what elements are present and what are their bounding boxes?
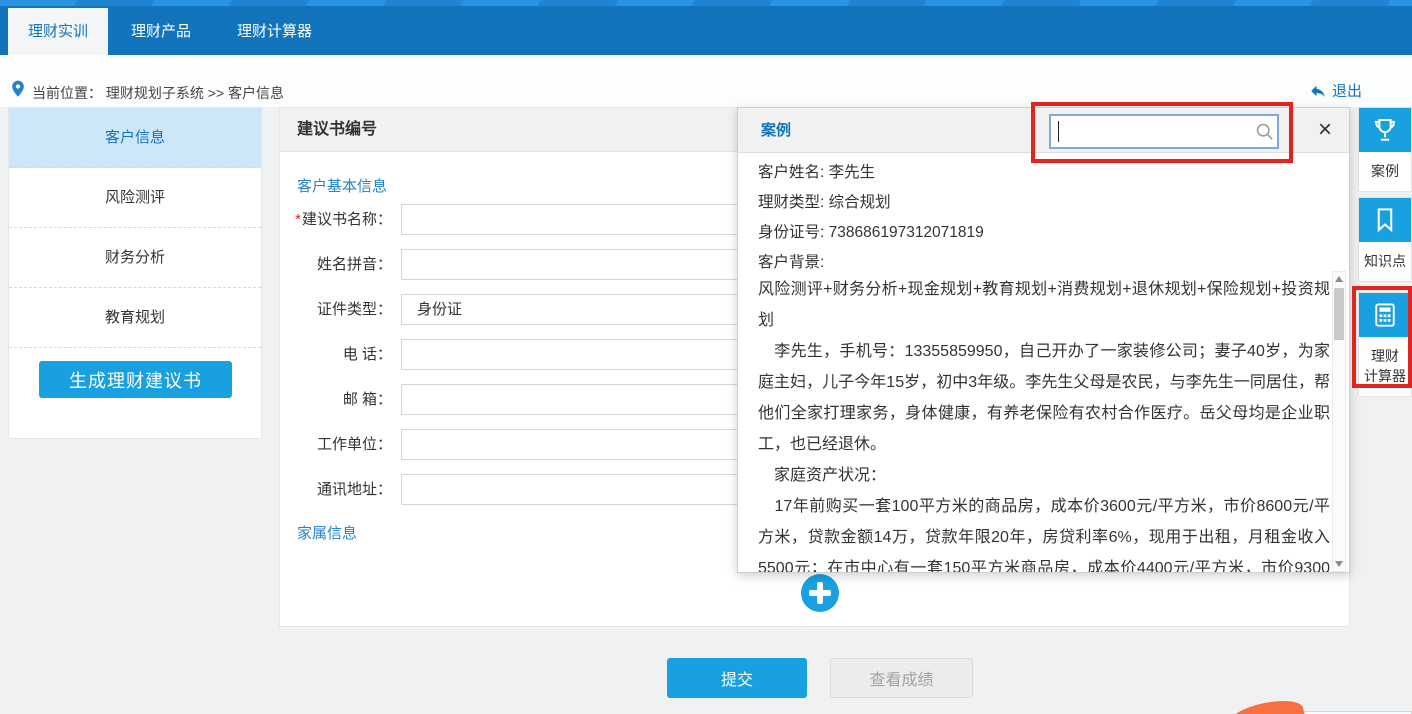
view-score-button[interactable]: 查看成绩	[830, 658, 973, 698]
scrollbar[interactable]	[1332, 271, 1346, 572]
field-label-pinyin: 姓名拼音：	[280, 249, 392, 280]
location-icon	[8, 79, 28, 99]
logout-label: 退出	[1332, 80, 1362, 101]
case-info: 客户姓名: 李先生 理财类型: 综合规划 身份证号: 7386861973120…	[758, 158, 1330, 278]
case-background-text: 风险测评+财务分析+现金规划+教育规划+消费规划+退休规划+保险规划+投资规划 …	[758, 274, 1330, 573]
case-search-input[interactable]	[1049, 114, 1279, 149]
field-label-employer: 工作单位：	[280, 429, 392, 460]
breadcrumb: 当前位置： 理财规划子系统 >> 客户信息	[32, 83, 284, 103]
top-nav: 理财实训 理财产品 理财计算器	[0, 0, 1412, 55]
section-title-basic-info: 客户基本信息	[297, 175, 387, 196]
field-label-address: 通讯地址：	[280, 474, 392, 505]
toolbar-item-case[interactable]: 案例	[1358, 107, 1412, 192]
case-panel-title: 案例	[761, 108, 791, 153]
nav-tabs: 理财实训 理财产品 理财计算器	[8, 8, 335, 55]
add-family-member-button[interactable]	[801, 574, 839, 612]
scroll-down-arrow-icon[interactable]	[1333, 557, 1345, 571]
close-icon[interactable]: ×	[1311, 116, 1339, 144]
case-paragraph: 风险测评+财务分析+现金规划+教育规划+消费规划+退休规划+保险规划+投资规划	[758, 274, 1330, 336]
floating-widget-icon[interactable]	[1226, 695, 1306, 714]
toolbar-label-calculator: 理财 计算器	[1359, 337, 1411, 396]
logout-button[interactable]: 退出	[1309, 80, 1362, 101]
calculator-icon	[1359, 293, 1411, 337]
nav-decorative-strip	[0, 0, 1412, 6]
submit-button[interactable]: 提交	[667, 658, 807, 698]
sidebar-item-financial-analysis[interactable]: 财务分析	[9, 228, 261, 288]
app-screen: 理财实训 理财产品 理财计算器 当前位置： 理财规划子系统 >> 客户信息 退出…	[0, 0, 1412, 714]
field-label-id-type: 证件类型：	[280, 294, 392, 325]
field-label-phone: 电 话：	[280, 339, 392, 370]
text-caret	[1058, 121, 1059, 142]
scroll-up-arrow-icon[interactable]	[1333, 272, 1345, 286]
field-label-proposal-name: *建议书名称：	[280, 204, 392, 235]
trophy-icon	[1359, 108, 1411, 152]
tab-financial-products[interactable]: 理财产品	[108, 8, 214, 55]
tab-financial-training[interactable]: 理财实训	[8, 8, 108, 55]
section-title-family-info: 家属信息	[297, 522, 357, 543]
left-sidebar: 客户信息 风险测评 财务分析 教育规划 生成理财建议书	[8, 107, 262, 439]
breadcrumb-bar: 当前位置： 理财规划子系统 >> 客户信息 退出	[0, 55, 1412, 107]
toolbar-item-calculator[interactable]: 理财 计算器	[1358, 292, 1412, 397]
case-customer-name: 客户姓名: 李先生	[758, 158, 1330, 188]
toolbar-label-case: 案例	[1359, 152, 1411, 191]
sidebar-item-risk-assessment[interactable]: 风险测评	[9, 168, 261, 228]
generate-proposal-button[interactable]: 生成理财建议书	[39, 361, 232, 398]
case-id-number: 身份证号: 738686197312071819	[758, 218, 1330, 248]
case-panel-header: 案例 ×	[738, 108, 1349, 153]
case-paragraph: 17年前购买一套100平方米的商品房，成本价3600元/平方米，市价8600元/…	[758, 491, 1330, 573]
bookmark-icon	[1359, 198, 1411, 242]
case-paragraph: 李先生，手机号：13355859950，自己开办了一家装修公司；妻子40岁，为家…	[758, 336, 1330, 460]
toolbar-label-knowledge: 知识点	[1359, 242, 1411, 281]
case-panel: 案例 × 客户姓名: 李先生 理财类型: 综合规划 身份证号: 73868619…	[737, 107, 1350, 573]
case-planning-type: 理财类型: 综合规划	[758, 188, 1330, 218]
scrollbar-thumb[interactable]	[1334, 288, 1344, 340]
toolbar-item-knowledge[interactable]: 知识点	[1358, 197, 1412, 282]
logout-icon	[1309, 82, 1327, 100]
case-paragraph: 家庭资产状况：	[758, 460, 1330, 491]
sidebar-item-education-planning[interactable]: 教育规划	[9, 288, 261, 348]
field-label-email: 邮 箱：	[280, 384, 392, 415]
tab-financial-calculator[interactable]: 理财计算器	[214, 8, 335, 55]
search-icon[interactable]	[1254, 121, 1276, 143]
required-asterisk: *	[295, 211, 301, 228]
sidebar-item-customer-info[interactable]: 客户信息	[9, 108, 261, 168]
